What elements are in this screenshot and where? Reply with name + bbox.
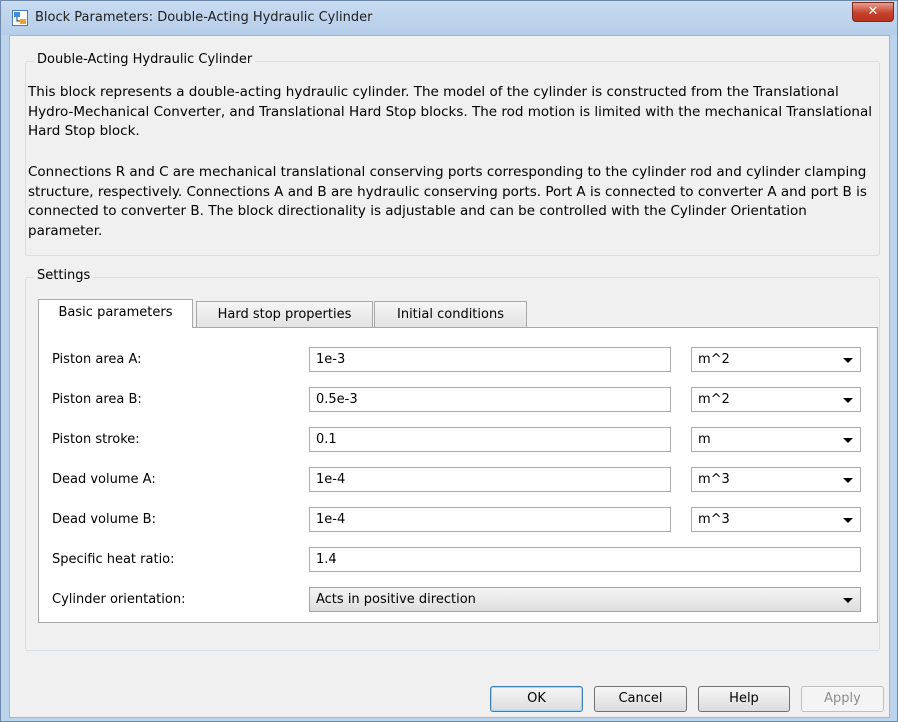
cancel-button[interactable]: Cancel [594,686,687,712]
description-paragraph-2: Connections R and C are mechanical trans… [28,164,867,239]
unit-value: m^2 [698,352,730,367]
chevron-down-icon [843,598,853,603]
dead-volume-a-unit-select[interactable]: m^3 [691,467,861,492]
help-button[interactable]: Help [698,686,790,712]
piston-stroke-unit-select[interactable]: m [691,427,861,452]
chevron-down-icon [843,518,853,523]
tab-hard-stop-properties[interactable]: Hard stop properties [196,301,373,328]
param-label: Dead volume B: [52,512,156,527]
tab-label: Hard stop properties [217,307,352,322]
description-paragraph-1: This block represents a double-acting hy… [28,84,872,139]
piston-area-b-unit-select[interactable]: m^2 [691,387,861,412]
dead-volume-b-unit-select[interactable]: m^3 [691,507,861,532]
piston-area-a-unit-select[interactable]: m^2 [691,347,861,372]
param-label: Piston area A: [52,352,142,367]
specific-heat-ratio-input[interactable]: 1.4 [309,547,861,572]
dialog-window: Block Parameters: Double-Acting Hydrauli… [0,0,898,722]
tab-initial-conditions[interactable]: Initial conditions [374,301,527,328]
window-title: Block Parameters: Double-Acting Hydrauli… [35,10,373,25]
tab-label: Initial conditions [397,307,504,322]
unit-value: m^2 [698,392,730,407]
piston-stroke-input[interactable]: 0.1 [309,427,671,452]
simulink-block-icon [12,10,28,26]
param-label: Dead volume A: [52,472,156,487]
param-label: Specific heat ratio: [52,552,175,567]
chevron-down-icon [843,478,853,483]
description-group-title: Double-Acting Hydraulic Cylinder [34,52,256,67]
param-label: Piston stroke: [52,432,140,447]
chevron-down-icon [843,398,853,403]
chevron-down-icon [843,358,853,363]
dead-volume-b-input[interactable]: 1e-4 [309,507,671,532]
unit-value: m [698,432,711,447]
param-label: Cylinder orientation: [52,592,186,607]
tab-basic-parameters[interactable]: Basic parameters [38,299,193,328]
param-label: Piston area B: [52,392,142,407]
ok-button[interactable]: OK [490,686,583,712]
dialog-body: Double-Acting Hydraulic Cylinder This bl… [9,35,890,718]
unit-value: m^3 [698,472,730,487]
piston-area-b-input[interactable]: 0.5e-3 [309,387,671,412]
tab-label: Basic parameters [58,305,173,320]
title-bar[interactable]: Block Parameters: Double-Acting Hydrauli… [1,1,897,35]
piston-area-a-input[interactable]: 1e-3 [309,347,671,372]
select-value: Acts in positive direction [316,592,476,607]
close-icon: ✕ [867,4,879,19]
dead-volume-a-input[interactable]: 1e-4 [309,467,671,492]
close-button[interactable]: ✕ [852,2,894,22]
settings-group-title: Settings [34,268,94,283]
apply-button[interactable]: Apply [801,686,884,712]
unit-value: m^3 [698,512,730,527]
chevron-down-icon [843,438,853,443]
cylinder-orientation-select[interactable]: Acts in positive direction [309,587,861,612]
